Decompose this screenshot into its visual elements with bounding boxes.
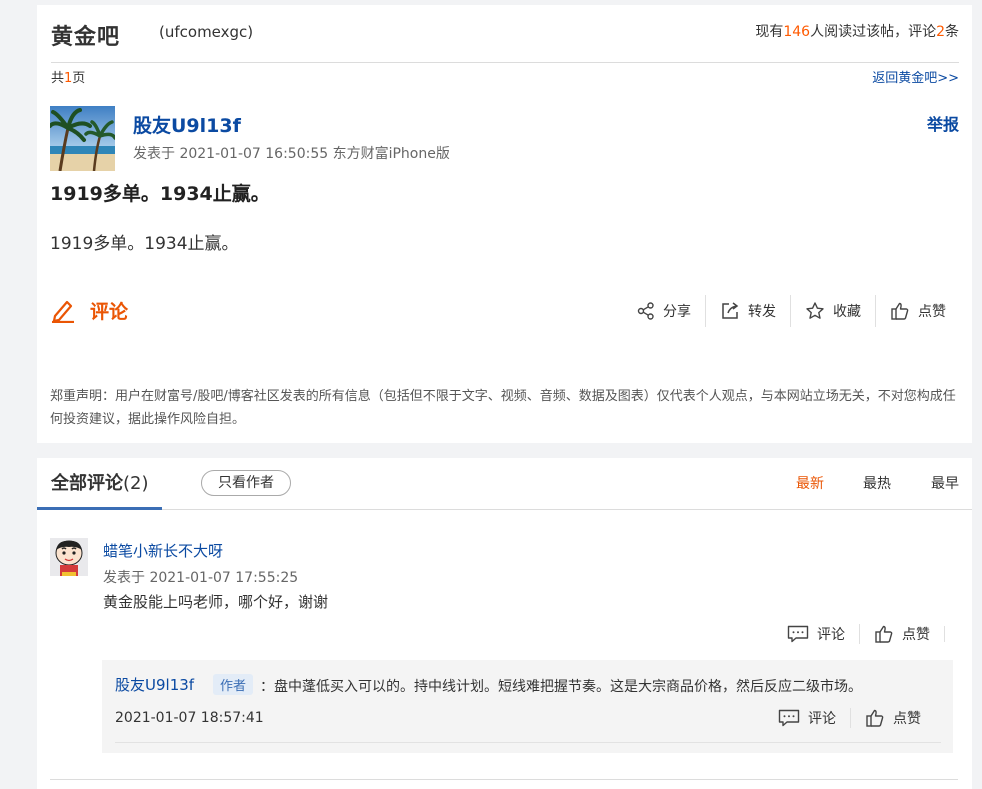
forward-button[interactable]: 转发 bbox=[705, 295, 790, 327]
active-tab-underline bbox=[37, 507, 162, 510]
commenter-avatar[interactable] bbox=[50, 538, 88, 576]
post-body: 1919多单。1934止赢。 bbox=[50, 234, 239, 254]
reply-text: ：盘中蓬低买入可以的。持中线计划。短线难把握节奏。这是大宗商品价格，然后反应二级… bbox=[260, 679, 862, 695]
share-label: 分享 bbox=[663, 304, 691, 320]
comment-text: 黄金股能上吗老师，哪个好，谢谢 bbox=[103, 593, 329, 611]
forward-label: 转发 bbox=[748, 304, 776, 320]
sort-newest[interactable]: 最新 bbox=[796, 473, 824, 493]
tabs-divider bbox=[37, 509, 972, 510]
like-button[interactable]: 点赞 bbox=[875, 295, 960, 327]
only-author-button[interactable]: 只看作者 bbox=[201, 470, 291, 496]
reply-author[interactable]: 股友U9l13f bbox=[115, 674, 194, 695]
forward-icon bbox=[722, 302, 739, 319]
back-to-bar-link[interactable]: 返回黄金吧>> bbox=[872, 67, 959, 86]
crayon-shinchan-avatar-image bbox=[50, 538, 88, 576]
chat-bubble-icon bbox=[778, 709, 800, 727]
post-title: 1919多单。1934止赢。 bbox=[50, 183, 270, 205]
read-count: 146 bbox=[783, 24, 811, 40]
favorite-button[interactable]: 收藏 bbox=[790, 295, 875, 327]
comments-card: 全部评论(2) 只看作者 最新 最热 最早 蜡笔小新长不大呀 发表于 2021-… bbox=[37, 458, 972, 789]
tab-all-count: (2) bbox=[123, 473, 149, 494]
reply-date: 2021-01-07 18:57:41 bbox=[115, 710, 264, 726]
reply-like-button[interactable]: 点赞 bbox=[850, 708, 935, 728]
read-mid: 人阅读过该帖，评论 bbox=[810, 24, 937, 40]
comment-count: 2 bbox=[936, 24, 945, 40]
reply-like-label: 点赞 bbox=[893, 711, 921, 727]
read-suffix: 条 bbox=[945, 24, 959, 40]
comment-reply-button[interactable]: 评论 bbox=[773, 624, 859, 644]
favorite-label: 收藏 bbox=[833, 304, 861, 320]
sort-hottest[interactable]: 最热 bbox=[863, 473, 891, 493]
thumbs-up-icon bbox=[875, 625, 893, 643]
tab-all-label: 全部评论 bbox=[51, 473, 123, 494]
bar-name[interactable]: 黄金吧 bbox=[51, 19, 120, 51]
page-suffix: 页 bbox=[72, 71, 86, 86]
action-separator bbox=[944, 626, 945, 642]
disclaimer: 郑重声明：用户在财富号/股吧/博客社区发表的所有信息（包括但不限于文字、视频、音… bbox=[50, 389, 956, 427]
sort-earliest[interactable]: 最早 bbox=[931, 473, 959, 493]
star-icon bbox=[806, 302, 824, 319]
comment-reply-label: 评论 bbox=[817, 627, 845, 643]
like-label: 点赞 bbox=[918, 304, 946, 320]
comment-meta: 发表于 2021-01-07 17:55:25 bbox=[103, 570, 299, 586]
share-icon bbox=[637, 302, 654, 320]
thumbs-up-icon bbox=[891, 302, 909, 320]
comment-label: 评论 bbox=[90, 300, 129, 323]
page-prefix: 共 bbox=[51, 71, 65, 86]
comment-like-label: 点赞 bbox=[902, 627, 930, 643]
post-meta: 发表于 2021-01-07 16:50:55 东方财富iPhone版 bbox=[133, 146, 450, 162]
comment-like-button[interactable]: 点赞 bbox=[859, 624, 944, 644]
post-actions: 分享 转发 收藏 点赞 bbox=[623, 295, 960, 327]
tab-all-comments[interactable]: 全部评论(2) bbox=[51, 469, 149, 495]
author-avatar[interactable] bbox=[50, 106, 115, 171]
header-divider bbox=[51, 62, 959, 63]
report-button[interactable]: 举报 bbox=[927, 111, 959, 135]
pencil-icon bbox=[52, 300, 74, 323]
author-tag-badge: 作者 bbox=[213, 674, 254, 695]
reply-comment-label: 评论 bbox=[808, 711, 836, 727]
read-info: 现有146人阅读过该帖，评论2条 bbox=[755, 21, 959, 41]
post-author[interactable]: 股友U9l13f bbox=[133, 111, 241, 138]
reply-box: 股友U9l13f 作者 ：盘中蓬低买入可以的。持中线计划。短线难把握节奏。这是大… bbox=[102, 660, 953, 753]
share-button[interactable]: 分享 bbox=[623, 295, 705, 327]
reply-comment-button[interactable]: 评论 bbox=[764, 708, 850, 728]
palm-beach-image bbox=[50, 106, 115, 171]
commenter-name[interactable]: 蜡笔小新长不大呀 bbox=[103, 540, 223, 561]
write-comment-button[interactable]: 评论 bbox=[50, 295, 128, 325]
comment-actions: 评论 点赞 bbox=[773, 622, 945, 646]
chat-bubble-icon bbox=[787, 625, 809, 643]
page-count: 共1页 bbox=[51, 67, 85, 86]
bar-code: (ufcomexgc) bbox=[159, 23, 254, 41]
reply-divider bbox=[115, 742, 941, 743]
comment-divider bbox=[50, 779, 958, 780]
read-prefix: 现有 bbox=[755, 24, 784, 40]
thumbs-up-icon bbox=[866, 709, 884, 727]
post-card: 黄金吧 (ufcomexgc) 现有146人阅读过该帖，评论2条 共1页 返回黄… bbox=[37, 5, 972, 443]
reply-actions: 评论 点赞 bbox=[764, 706, 935, 730]
